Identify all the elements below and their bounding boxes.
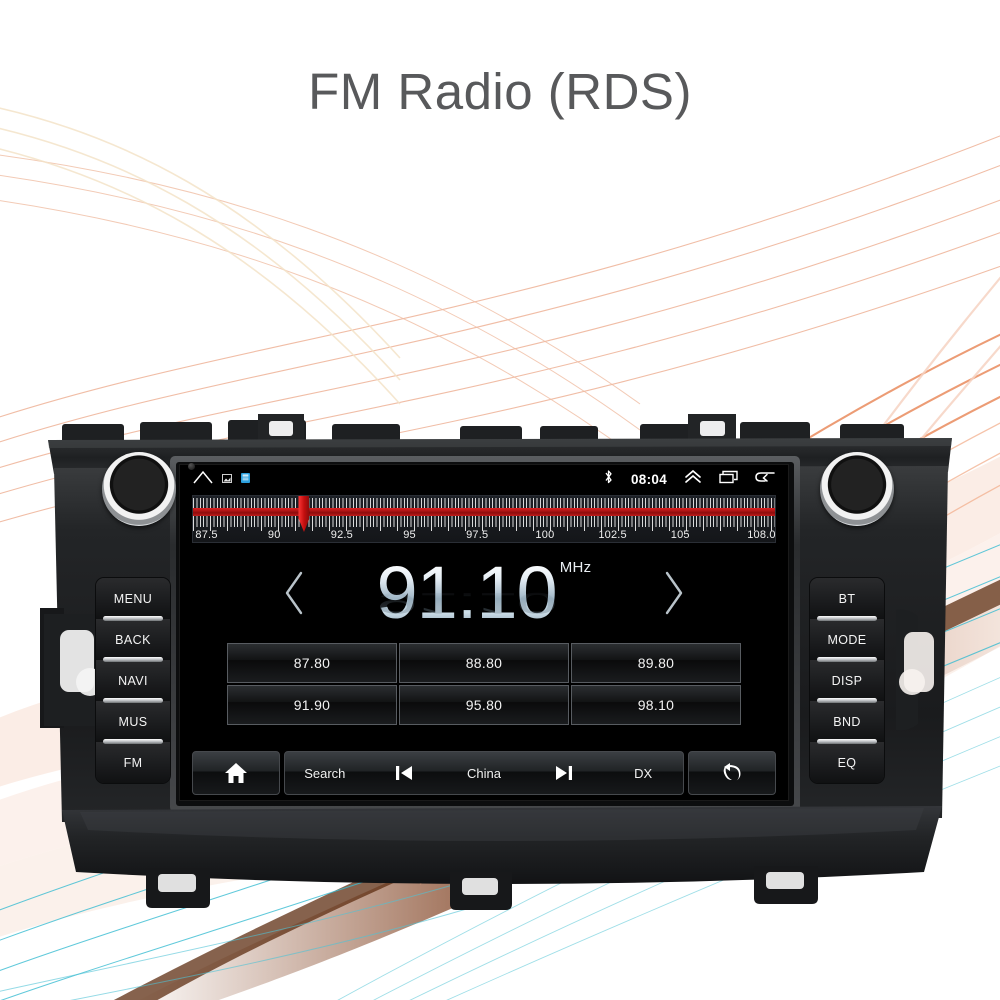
bottom-toolbar: Search China DX [192, 751, 776, 795]
tuner-red-bar [193, 508, 775, 516]
touchscreen-display[interactable]: 08:04 87.5 90 92.5 95 97.5 100 102.5 105 108.0 [180, 465, 788, 800]
screenshot-icon[interactable] [222, 470, 232, 488]
status-clock: 08:04 [630, 471, 667, 487]
hw-button-bt-label: BT [838, 591, 856, 606]
hw-button-navi-label: NAVI [118, 673, 148, 688]
preset-label: 98.10 [637, 697, 675, 713]
preset-label: 91.90 [293, 697, 331, 713]
back-arrow-icon[interactable] [755, 470, 775, 488]
bluetooth-icon [603, 469, 614, 490]
hw-button-menu[interactable]: MENU [96, 578, 170, 619]
tuner-tick-label: 108.0 [747, 529, 776, 541]
tuner-tick-label: 102.5 [598, 529, 627, 541]
next-station-button[interactable] [647, 562, 699, 624]
hw-button-mode[interactable]: MODE [810, 616, 884, 660]
hw-button-bnd[interactable]: BND [810, 698, 884, 742]
preset-label: 89.80 [637, 655, 675, 671]
car-head-unit: MENU BACK NAVI MUS FM BT MODE DISP BND E… [40, 410, 960, 910]
preset-button[interactable]: 95.80 [399, 685, 569, 725]
home-outline-icon[interactable] [193, 470, 213, 489]
hw-button-back-label: BACK [115, 632, 151, 647]
tuner-tick-label: 97.5 [466, 529, 489, 541]
hw-button-navi[interactable]: NAVI [96, 657, 170, 701]
hw-button-mus[interactable]: MUS [96, 698, 170, 742]
preset-label: 88.80 [465, 655, 503, 671]
left-button-column: MENU BACK NAVI MUS FM [96, 578, 170, 783]
current-frequency: 91.10 MHz 91.10 [377, 556, 592, 630]
tune-knob-right[interactable] [820, 452, 894, 526]
preset-button[interactable]: 98.10 [571, 685, 741, 725]
preset-button[interactable]: 91.90 [227, 685, 397, 725]
tuner-tick-label: 92.5 [330, 529, 353, 541]
toolbar-center-group: Search China DX [284, 751, 684, 795]
skip-previous-button[interactable] [365, 763, 445, 783]
preset-button[interactable]: 87.80 [227, 643, 397, 683]
volume-knob-left[interactable] [102, 452, 176, 526]
tuner-tick-labels: 87.5 90 92.5 95 97.5 100 102.5 105 108.0 [193, 529, 775, 544]
preset-button[interactable]: 89.80 [571, 643, 741, 683]
hw-button-bnd-label: BND [833, 714, 861, 729]
hw-button-mode-label: MODE [827, 632, 867, 647]
hw-button-eq-label: EQ [837, 755, 857, 770]
hw-button-menu-label: MENU [113, 591, 153, 606]
skip-next-button[interactable] [524, 763, 604, 783]
frequency-display-row: 91.10 MHz 91.10 [180, 547, 788, 639]
return-arrow-icon [723, 763, 741, 781]
hw-button-back[interactable]: BACK [96, 616, 170, 660]
tuner-tick-label: 105 [670, 529, 690, 541]
preset-label: 87.80 [293, 655, 331, 671]
tuner-tick-label: 95 [403, 529, 416, 541]
skip-next-icon [555, 766, 572, 780]
preset-label: 95.80 [465, 697, 503, 713]
sdcard-icon[interactable] [241, 470, 250, 488]
home-filled-icon [225, 763, 247, 783]
android-status-bar: 08:04 [180, 465, 788, 493]
hw-button-fm-label: FM [123, 755, 143, 770]
chevron-up-icon[interactable] [684, 469, 702, 489]
right-button-column: BT MODE DISP BND EQ [810, 578, 884, 783]
frequency-value: 91.10 [376, 551, 558, 634]
frequency-unit: MHz [559, 559, 592, 576]
dx-button[interactable]: DX [603, 766, 683, 781]
ir-sensor-icon [188, 463, 195, 470]
toolbar-return-button[interactable] [688, 751, 776, 795]
region-button[interactable]: China [444, 766, 524, 781]
hw-button-disp-label: DISP [831, 673, 863, 688]
hw-button-mus-label: MUS [118, 714, 148, 729]
tuner-tick-label: 90 [267, 529, 281, 541]
frequency-tuner-scale[interactable]: 87.5 90 92.5 95 97.5 100 102.5 105 108.0 [192, 495, 776, 543]
preset-button[interactable]: 88.80 [399, 643, 569, 683]
recent-apps-icon[interactable] [719, 470, 738, 489]
tuner-tick-label: 100 [535, 529, 555, 541]
hw-button-fm[interactable]: FM [96, 739, 170, 783]
toolbar-home-button[interactable] [192, 751, 280, 795]
tuner-tick-label: 87.5 [195, 529, 218, 541]
search-button[interactable]: Search [285, 766, 365, 781]
hw-button-bt[interactable]: BT [810, 578, 884, 619]
page-title: FM Radio (RDS) [308, 63, 692, 120]
prev-station-button[interactable] [269, 562, 321, 624]
hw-button-disp[interactable]: DISP [810, 657, 884, 701]
preset-station-grid: 87.80 88.80 89.80 91.90 95.80 98.10 [227, 643, 741, 725]
skip-previous-icon [396, 766, 413, 780]
hw-button-eq[interactable]: EQ [810, 739, 884, 783]
